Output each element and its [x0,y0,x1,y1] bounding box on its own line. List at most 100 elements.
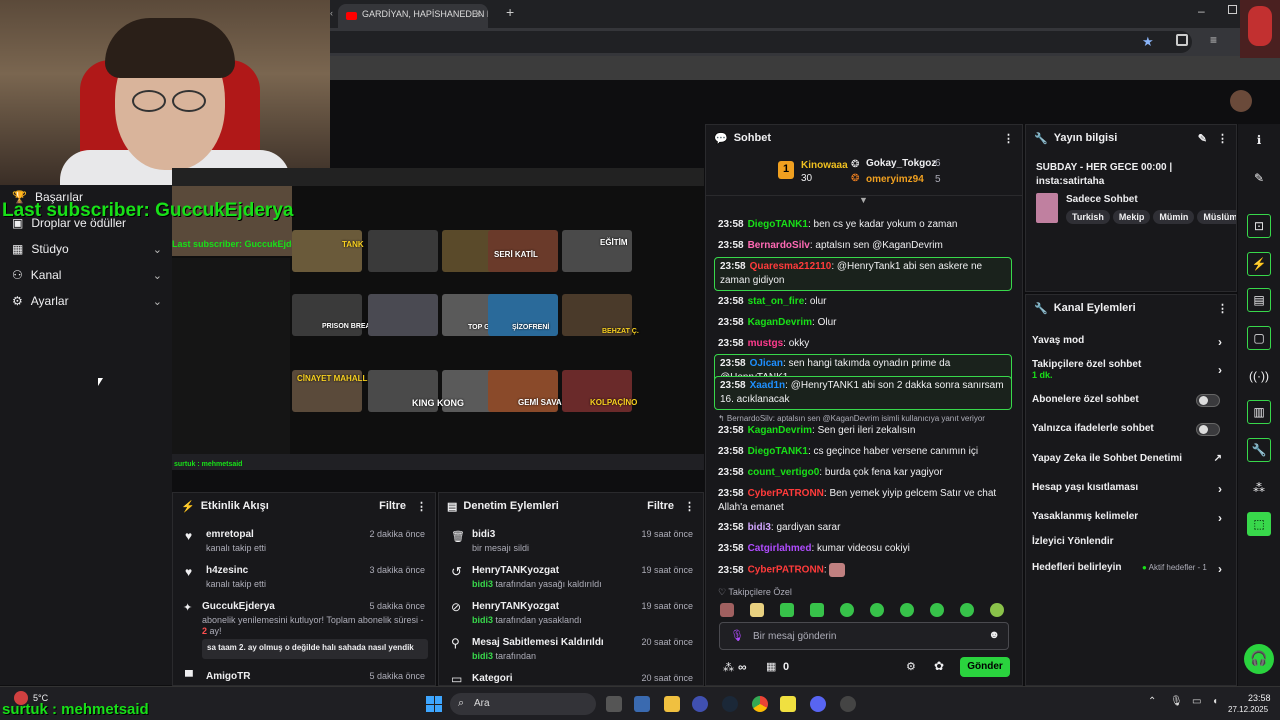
url-field[interactable] [330,31,1192,53]
chat-username[interactable]: OJican [750,358,783,369]
bot-icon[interactable]: ✿ [934,659,944,673]
moderation-item[interactable]: ⚲ Mesaj Sabitlemesi Kaldırıldı bidi3 tar… [439,635,703,665]
top-gifter-name[interactable]: Kinowaaa [801,160,848,171]
category-art[interactable] [1036,193,1058,223]
chat-message-highlighted[interactable]: 23:58 Quaresma212110: @HenryTank1 abi sen… [714,257,1012,291]
app-icon[interactable] [840,696,856,712]
edit-pencil-icon[interactable]: ✎ [1198,132,1207,145]
emote-icon[interactable] [990,603,1004,617]
chat-message[interactable]: 23:58 Catgirlahmed: kumar videosu cokiyi [718,542,1014,556]
stream-tag[interactable]: Mekip [1112,210,1151,224]
document-icon[interactable]: ▤ [1247,288,1271,312]
tab-scroll-left-icon[interactable]: ‹ [330,8,333,18]
sidebar-item-settings[interactable]: ⚙ Ayarlar ⌄ [12,291,162,311]
sidebar-item-studio[interactable]: ▦ Stüdyo ⌄ [12,239,162,259]
browser-tab-youtube[interactable]: GARDİYAN, HAPİSHANEDEN K... ✕ [338,4,488,28]
chat-message[interactable]: 23:58 mustgs: okky [718,337,1014,351]
calculator-icon[interactable] [634,696,650,712]
filter-button[interactable]: Filtre [379,500,406,512]
broadcast-icon[interactable]: ((·)) [1247,364,1271,388]
chat-message[interactable]: 23:58 DiegoTANK1: cs geçince haber versen… [718,445,1014,459]
chat-username[interactable]: DiegoTANK1 [748,446,808,457]
gift-box-icon[interactable]: ▦ [766,660,776,673]
emote-icon[interactable] [840,603,854,617]
more-options-icon[interactable]: ⋮ [684,500,695,513]
activity-item[interactable]: ♥ emretopal kanalı takip etti 2 dakika ö… [173,527,435,557]
clock-date[interactable]: 27.12.2025 [1228,705,1268,714]
top-gifter-name[interactable]: Gokay_Tokgoz [866,158,936,169]
chat-username[interactable]: DiegoTANK1 [748,219,808,230]
chat-username[interactable]: count_vertigo0 [748,467,820,478]
mod-user[interactable]: HenryTANKyozgat [472,601,559,612]
mod-actor[interactable]: bidi3 [472,651,493,661]
chevron-up-icon[interactable]: ⌃ [1148,696,1156,707]
steam-icon[interactable] [722,696,738,712]
headset-help-icon[interactable]: 🎧 [1244,644,1274,674]
moderation-item[interactable]: 🗑 bidi3 bir mesajı sildi 19 saat önce [439,527,703,557]
more-options-icon[interactable]: ⋮ [416,500,427,513]
app-icon[interactable] [692,696,708,712]
subs-only-toggle[interactable] [1196,394,1220,407]
activity-user[interactable]: h4zesinc [206,565,248,576]
more-options-icon[interactable]: ⋮ [1217,302,1228,315]
user-avatar[interactable] [1230,90,1252,112]
chat-message[interactable]: 23:58 KaganDevrim: Olur [718,316,1014,330]
new-tab-icon[interactable]: + [506,4,514,20]
action-account-age[interactable]: Hesap yaşı kısıtlaması › [1032,482,1228,496]
address-bar[interactable]: ★ ≡ [330,28,1280,56]
activity-item[interactable]: ♥ h4zesinc kanalı takip etti 3 dakika ön… [173,563,435,593]
stream-tag[interactable]: Turkish [1066,210,1110,224]
mod-user[interactable]: HenryTANKyozgat [472,565,559,576]
chat-username[interactable]: bidi3 [748,522,771,533]
chat-username[interactable]: BernardoSilv [748,240,810,251]
more-options-icon[interactable]: ⋮ [1217,132,1228,145]
chat-settings-icon[interactable]: ⚙ [906,660,916,673]
chat-message[interactable]: 23:58 bidi3: gardiyan sarar [718,521,1014,535]
chat-username[interactable]: Quaresma212110 [750,261,832,272]
edit-pencil-icon[interactable]: ✎ [1247,166,1271,190]
action-ai-moderation[interactable]: Yapay Zeka ile Sohbet Denetimi ↗ [1032,453,1228,464]
action-followers-only[interactable]: Takipçilere özel sohbet 1 dk. › [1032,359,1228,380]
expand-arrow-icon[interactable]: ▼ [859,195,868,205]
taskbar-search[interactable]: ⌕ Ara [450,693,596,715]
activity-user[interactable]: AmigoTR [206,671,250,682]
points-icon[interactable]: ⁂ [1247,476,1271,500]
filter-button[interactable]: Filtre [647,500,674,512]
windows-start-icon[interactable] [426,696,442,712]
emote-icon[interactable] [960,603,974,617]
bookmark-star-icon[interactable]: ★ [1142,34,1154,50]
stream-tag[interactable]: Mümin [1153,210,1195,224]
emote-icon[interactable] [930,603,944,617]
file-explorer-icon[interactable] [664,696,680,712]
emote-icon[interactable] [720,603,734,617]
chat-message[interactable]: 23:58 count_vertigo0: burda çok fena kar … [718,466,1014,480]
stream-category[interactable]: Sadece Sohbet [1066,194,1138,205]
action-goals[interactable]: Hedefleri belirleyin ● Aktif hedefler - 1… [1032,562,1228,576]
action-emote-only[interactable]: Yalnızca ifadelerle sohbet [1032,423,1228,436]
discord-icon[interactable] [810,696,826,712]
chat-username[interactable]: CyberPATRONN [748,565,824,576]
wrench-icon[interactable]: 🔧 [1247,438,1271,462]
moderation-item[interactable]: ↺ HenryTANKyozgat bidi3 tarafından yasağ… [439,563,703,593]
activity-user[interactable]: GuccukEjderya [202,601,275,612]
chat-username[interactable]: stat_on_fire [748,296,805,307]
chat-message[interactable]: 23:58 BernardoSilv: aptalsın sen @KaganDe… [718,239,1014,253]
action-banned-words[interactable]: Yasaklanmış kelimeler › [1032,511,1228,525]
chat-message-highlighted[interactable]: 23:58 Xaad1n: @HenryTANK1 abi son 2 dakka… [714,376,1012,410]
more-options-icon[interactable]: ⋮ [1003,132,1014,145]
microphone-icon[interactable]: 🎙 [730,629,744,642]
network-icon[interactable]: ▭ [1192,696,1201,707]
action-subs-only[interactable]: Abonelere özel sohbet [1032,394,1228,407]
volume-icon[interactable]: ◖ [1212,696,1218,707]
chat-message[interactable]: 23:58 CyberPATRONN: Ben yemek yiyip gelce… [718,487,1014,515]
mod-user[interactable]: bidi3 [472,529,495,540]
channel-points-icon[interactable]: ⁂ [723,661,734,674]
chat-username[interactable]: Xaad1n [750,380,786,391]
emoji-icon[interactable]: ☻ [988,629,1000,641]
send-button[interactable]: Gönder [960,657,1010,677]
activity-item[interactable]: ✦ GuccukEjderya 5 dakika önce abonelik y… [173,599,435,661]
mod-actor[interactable]: bidi3 [472,579,493,589]
emote-icon[interactable] [870,603,884,617]
chat-message[interactable]: 23:58 DiegoTANK1: ben cs ye kadar yokum o… [718,218,1014,232]
sidebar-item-channel[interactable]: ⚇ Kanal ⌄ [12,265,162,285]
